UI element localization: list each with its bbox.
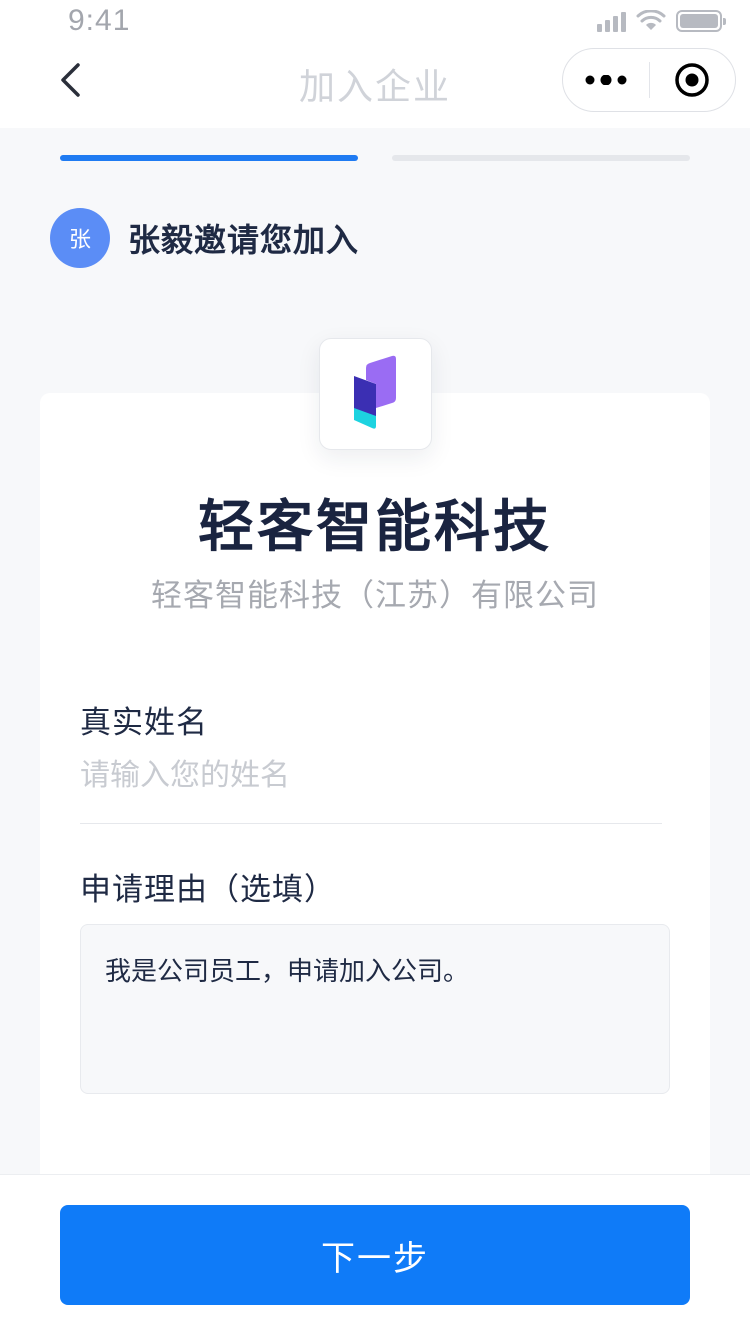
field-divider	[80, 823, 662, 824]
more-dots-icon	[585, 75, 627, 85]
progress-step-active	[60, 155, 358, 161]
next-button[interactable]: 下一步	[60, 1205, 690, 1305]
inviter-message: 张毅邀请您加入	[128, 221, 360, 259]
company-logo	[319, 338, 432, 450]
record-target-icon	[675, 63, 709, 97]
name-input[interactable]	[80, 748, 662, 802]
reason-textarea[interactable]: 我是公司员工，申请加入公司。	[80, 924, 670, 1094]
name-label: 真实姓名	[80, 705, 208, 741]
company-name: 轻客智能科技	[198, 495, 552, 560]
progress-step-inactive	[392, 155, 690, 161]
more-button[interactable]	[563, 48, 649, 112]
company-full-name: 轻客智能科技（江苏）有限公司	[151, 578, 599, 614]
top-bar: 9:41 加入企业	[0, 0, 750, 128]
avatar: 张	[50, 208, 110, 268]
company-logo-icon	[353, 355, 396, 429]
status-icons	[597, 10, 726, 32]
status-time: 9:41	[68, 4, 131, 37]
reason-label: 申请理由（选填）	[80, 872, 336, 908]
close-mini-program-button[interactable]	[650, 48, 736, 112]
mini-program-capsule	[562, 48, 736, 112]
wifi-icon	[636, 10, 666, 30]
footer-bar: 下一步	[0, 1174, 750, 1334]
inviter-row: 张 张毅邀请您加入	[50, 208, 359, 268]
signal-icon	[597, 10, 626, 32]
step-progress	[60, 155, 690, 161]
battery-icon	[676, 10, 726, 32]
